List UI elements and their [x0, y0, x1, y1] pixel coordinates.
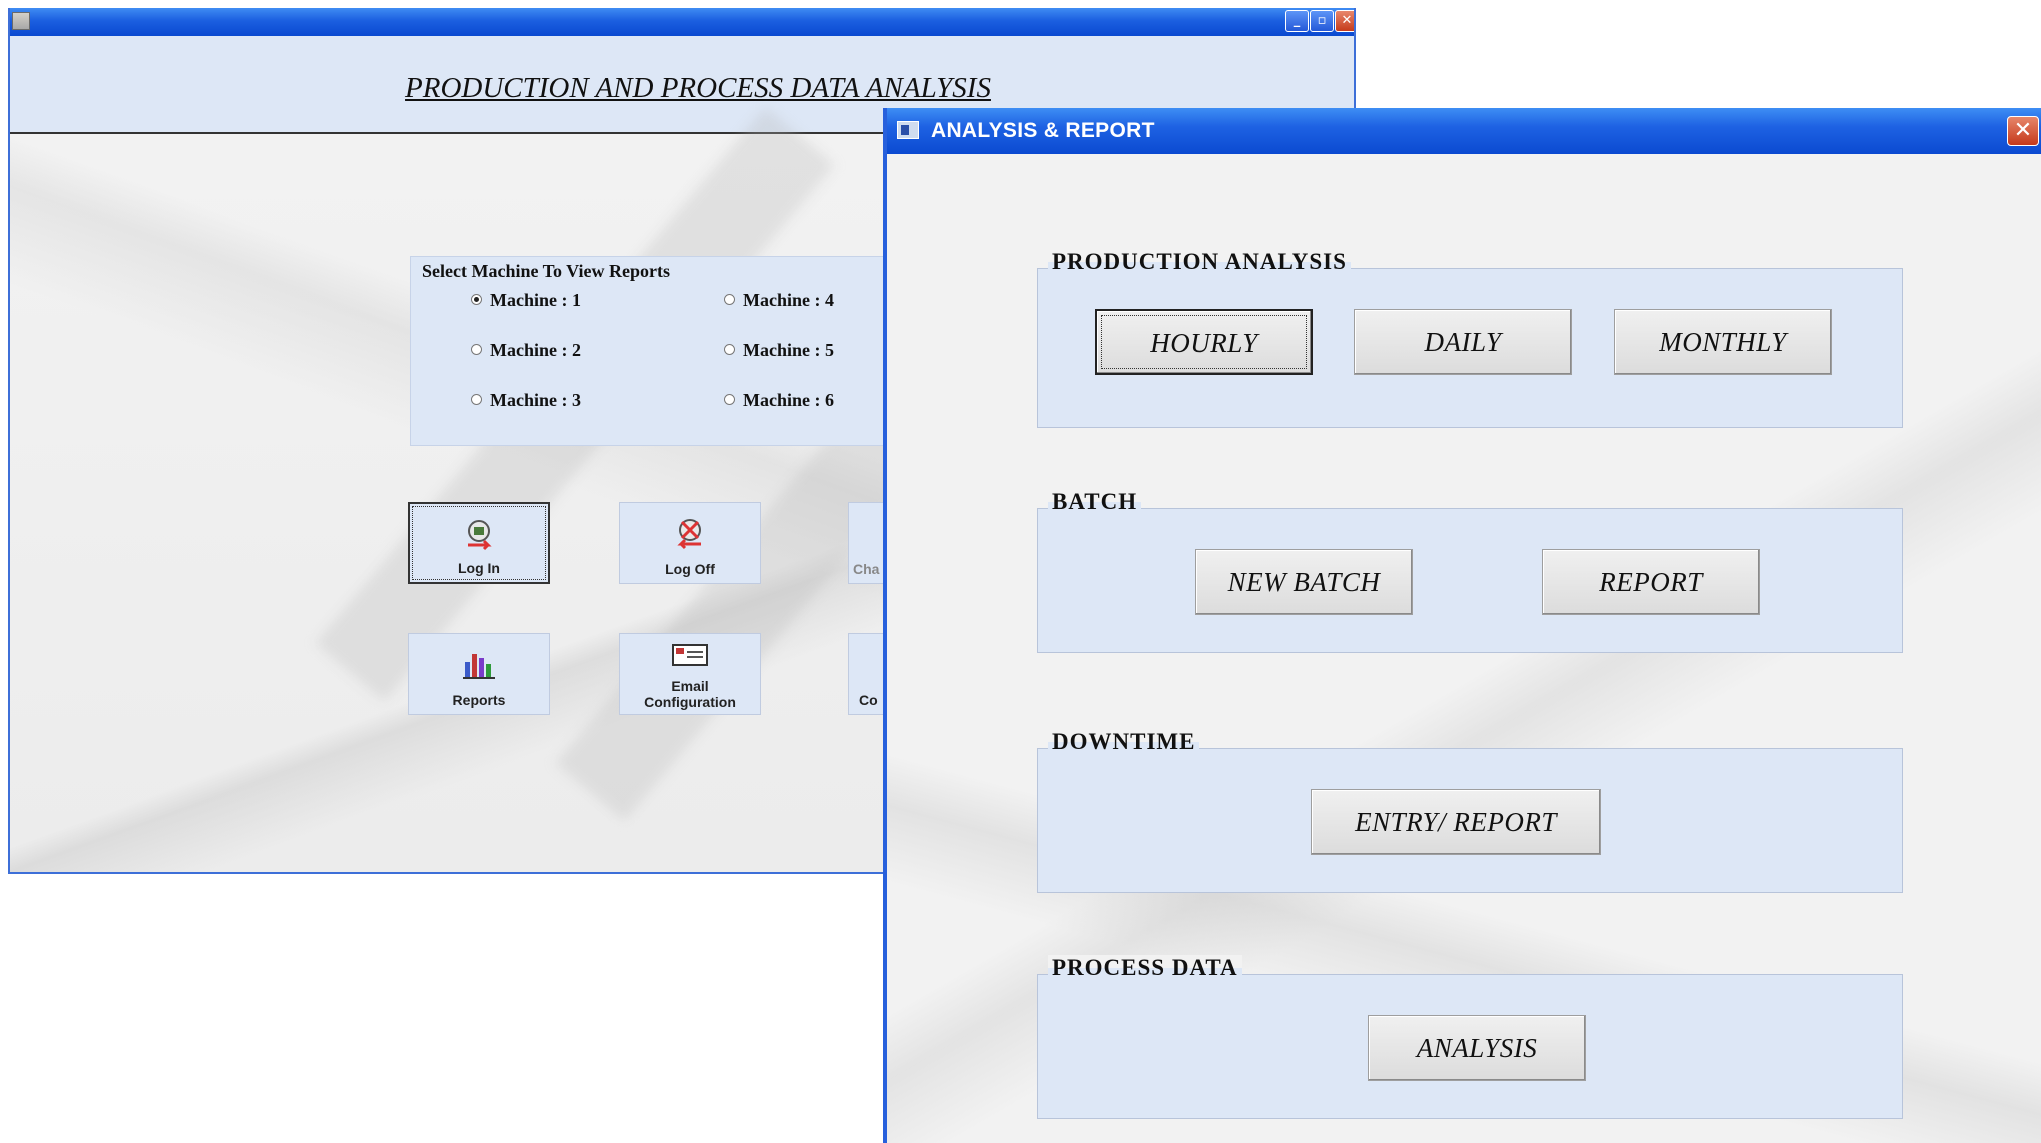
radio-machine-3[interactable]: Machine : 3: [471, 390, 581, 411]
reports-button[interactable]: Reports: [408, 633, 550, 715]
radio-label: Machine : 6: [743, 390, 834, 410]
radio-label: Machine : 5: [743, 340, 834, 360]
radio-machine-4[interactable]: Machine : 4: [724, 290, 834, 311]
analysis-report-dialog: ANALYSIS & REPORT ✕ PRODUCTION ANALYSIS …: [883, 108, 2041, 1143]
dialog-titlebar[interactable]: ANALYSIS & REPORT ✕: [887, 108, 2041, 154]
radio-machine-2[interactable]: Machine : 2: [471, 340, 581, 361]
logoff-label: Log Off: [665, 561, 715, 577]
entry-report-button[interactable]: ENTRY/ REPORT: [1311, 789, 1601, 855]
radio-machine-1[interactable]: Machine : 1: [471, 290, 581, 311]
radio-machine-5[interactable]: Machine : 5: [724, 340, 834, 361]
logoff-button[interactable]: Log Off: [619, 502, 761, 584]
monthly-button[interactable]: MONTHLY: [1614, 309, 1832, 375]
radio-label: Machine : 1: [490, 290, 581, 310]
radio-label: Machine : 3: [490, 390, 581, 410]
hourly-button[interactable]: HOURLY: [1095, 309, 1313, 375]
production-analysis-title: PRODUCTION ANALYSIS: [1048, 249, 1351, 275]
app-icon: [12, 12, 30, 30]
downtime-group: DOWNTIME ENTRY/ REPORT: [1037, 729, 1903, 893]
radio-icon: [471, 344, 482, 355]
batch-report-button[interactable]: REPORT: [1542, 549, 1760, 615]
downtime-title: DOWNTIME: [1048, 729, 1200, 755]
radio-label: Machine : 2: [490, 340, 581, 360]
analysis-button[interactable]: ANALYSIS: [1368, 1015, 1586, 1081]
radio-selected-icon: [471, 294, 482, 305]
email-configuration-button[interactable]: Email Configuration: [619, 633, 761, 715]
batch-group: BATCH NEW BATCH REPORT: [1037, 489, 1903, 653]
email-config-label: Email Configuration: [620, 678, 760, 710]
email-config-icon: [672, 644, 708, 666]
process-data-group: PROCESS DATA ANALYSIS: [1037, 955, 1903, 1119]
close-icon[interactable]: ✕: [2007, 116, 2039, 146]
radio-icon: [724, 294, 735, 305]
radio-label: Machine : 4: [743, 290, 834, 310]
login-button[interactable]: Log In: [408, 502, 550, 584]
close-button[interactable]: ✕: [1335, 10, 1354, 32]
dialog-body: PRODUCTION ANALYSIS HOURLY DAILY MONTHLY…: [887, 154, 2041, 1143]
daily-button[interactable]: DAILY: [1354, 309, 1572, 375]
radio-icon: [471, 394, 482, 405]
batch-title: BATCH: [1048, 489, 1142, 515]
process-data-title: PROCESS DATA: [1048, 955, 1242, 981]
new-batch-button[interactable]: NEW BATCH: [1195, 549, 1413, 615]
radio-machine-6[interactable]: Machine : 6: [724, 390, 834, 411]
login-label: Log In: [458, 560, 500, 576]
production-analysis-group: PRODUCTION ANALYSIS HOURLY DAILY MONTHLY: [1037, 249, 1903, 428]
minimize-button[interactable]: _: [1285, 10, 1309, 32]
bar-chart-icon: [463, 654, 495, 679]
dialog-app-icon: [897, 121, 919, 139]
dialog-title: ANALYSIS & REPORT: [931, 119, 1155, 142]
email-label-line1: Email: [671, 678, 709, 694]
machine-group-title: Select Machine To View Reports: [419, 261, 673, 282]
radio-icon: [724, 394, 735, 405]
reports-label: Reports: [452, 692, 506, 708]
radio-icon: [724, 344, 735, 355]
maximize-button[interactable]: ▫: [1310, 10, 1334, 32]
login-icon: [468, 520, 492, 551]
email-label-line2: Configuration: [644, 694, 736, 710]
page-title: PRODUCTION AND PROCESS DATA ANALYSIS: [405, 72, 991, 104]
machine-select-group: Select Machine To View Reports Machine :…: [410, 256, 910, 446]
main-titlebar[interactable]: _ ▫ ✕: [10, 8, 1354, 36]
logoff-icon: [677, 519, 701, 550]
